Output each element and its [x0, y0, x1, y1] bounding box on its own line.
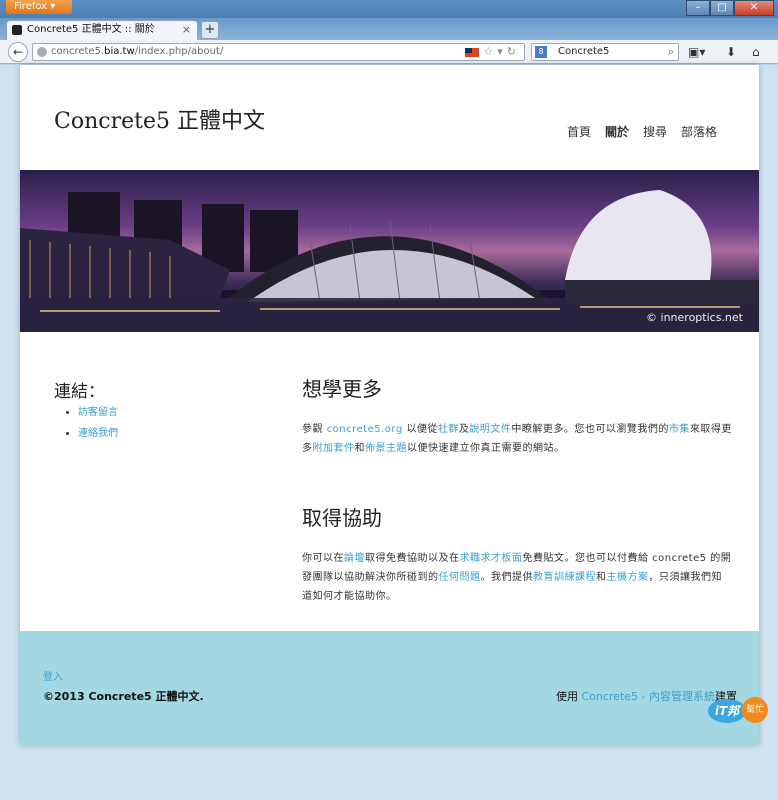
back-arrow-icon[interactable]: ←: [8, 42, 28, 62]
ithelp-badge: iT邦 幫忙: [708, 697, 770, 725]
nav-blog[interactable]: 部落格: [681, 123, 717, 140]
paragraph-text: 你可以在: [302, 553, 344, 564]
navigation-toolbar: ← concrete5.bia.tw/index.php/about/ ☆▾↻ …: [0, 40, 778, 64]
page-viewport: Concrete5 正體中文 首頁 關於 搜尋 部落格 © inneroptic…: [0, 65, 778, 800]
minimize-icon[interactable]: –: [686, 0, 710, 16]
url-host: bia.tw: [104, 46, 135, 57]
paragraph-text: 及: [458, 424, 470, 435]
download-icon[interactable]: ⬇: [726, 43, 736, 61]
inline-link[interactable]: concrete5.org: [327, 424, 403, 435]
tab-title: Concrete5 正體中文 :: 關於: [27, 24, 155, 35]
get-help-paragraph: 你可以在論壇取得免費協助以及在求職求才板面免費貼文。您也可以付費給 concre…: [302, 549, 732, 606]
url-bar[interactable]: concrete5.bia.tw/index.php/about/ ☆▾↻: [32, 43, 525, 61]
search-value: Concrete5: [558, 46, 610, 57]
paragraph-text: 參觀: [302, 424, 327, 435]
bookmarks-icon[interactable]: ▣▾: [688, 43, 705, 61]
contact-link[interactable]: 連絡我們: [78, 428, 118, 439]
tab-close-icon[interactable]: ×: [182, 21, 191, 39]
inline-link[interactable]: 論壇: [344, 553, 365, 564]
globe-icon: [37, 47, 47, 57]
nav-about[interactable]: 關於: [605, 123, 629, 140]
maximize-icon[interactable]: □: [710, 0, 734, 16]
hero-image: © inneroptics.net: [20, 170, 759, 332]
flag-icon: [465, 47, 480, 57]
main-content: 想學更多 參觀 concrete5.org 以便從社群及說明文件中瞭解更多。您也…: [302, 373, 732, 650]
nav-home[interactable]: 首頁: [567, 123, 591, 140]
reload-icon[interactable]: ↻: [507, 45, 520, 58]
paragraph-text: 和: [596, 572, 607, 583]
inline-link[interactable]: 附加套件: [313, 443, 355, 454]
star-icon[interactable]: ☆: [483, 45, 497, 58]
hero-credit: © inneroptics.net: [646, 311, 743, 324]
powered-link[interactable]: Concrete5 - 內容管理系統: [581, 690, 715, 703]
section-title-get-help: 取得協助: [302, 506, 382, 530]
paragraph-text: 和: [354, 443, 365, 454]
badge-it-icon: iT邦: [708, 699, 746, 723]
tab-strip: Concrete5 正體中文 :: 關於 × +: [0, 18, 778, 40]
inline-link[interactable]: 主機方案: [607, 572, 649, 583]
hero-skyline: [20, 190, 759, 332]
sidebar-title: 連結：: [54, 382, 105, 402]
page-footer: 登入 ©2013 Concrete5 正體中文. 使用 Concrete5 - …: [20, 631, 759, 745]
new-tab-button[interactable]: +: [201, 21, 219, 39]
dropdown-icon[interactable]: ▾: [497, 45, 507, 58]
paragraph-text: 取得免費協助以及在: [365, 553, 460, 564]
section-title-learn-more: 想學更多: [302, 377, 382, 401]
sidebar-links: 訪客留言 連絡我們: [68, 403, 118, 445]
nav-search[interactable]: 搜尋: [643, 123, 667, 140]
login-link[interactable]: 登入: [43, 668, 63, 683]
url-bar-icons: ☆▾↻: [465, 44, 520, 60]
tab-about[interactable]: Concrete5 正體中文 :: 關於 ×: [6, 20, 198, 40]
search-engine-icon[interactable]: 8: [535, 46, 547, 58]
badge-help-icon: 幫忙: [742, 697, 768, 723]
sidebar-item: 連絡我們: [78, 424, 118, 439]
inline-link[interactable]: 任何問題: [439, 572, 481, 583]
web-page: Concrete5 正體中文 首頁 關於 搜尋 部落格 © inneroptic…: [20, 65, 759, 745]
window-controls: – □ ✕: [686, 0, 774, 16]
inline-link[interactable]: 市集: [669, 424, 690, 435]
inline-link[interactable]: 佈景主題: [365, 443, 407, 454]
search-icon[interactable]: ⌕: [668, 44, 674, 60]
paragraph-text: 以便快速建立你真正需要的網站。: [407, 443, 565, 454]
site-title[interactable]: Concrete5 正體中文: [54, 103, 265, 135]
inline-link[interactable]: 社群: [438, 424, 459, 435]
firefox-menu-button[interactable]: Firefox ▾: [6, 0, 72, 14]
paragraph-text: 以便從: [402, 424, 438, 435]
sidebar-item: 訪客留言: [78, 403, 118, 418]
window-titlebar: Firefox ▾ – □ ✕: [0, 0, 778, 18]
home-icon[interactable]: ⌂: [752, 43, 760, 61]
favicon-icon: [12, 25, 22, 35]
search-input[interactable]: 8 Concrete5 ⌕: [531, 43, 679, 61]
powered-prefix: 使用: [555, 690, 582, 703]
main-nav: 首頁 關於 搜尋 部落格: [567, 123, 717, 140]
inline-link[interactable]: 教育訓練課程: [533, 572, 596, 583]
paragraph-text: 中瞭解更多。您也可以瀏覽我們的: [511, 424, 669, 435]
inline-link[interactable]: 求職求才板面: [460, 553, 523, 564]
url-host-prefix: concrete5.: [51, 46, 105, 57]
paragraph-text: 。我們提供: [480, 572, 533, 583]
close-window-icon[interactable]: ✕: [734, 0, 774, 16]
inline-link[interactable]: 說明文件: [469, 424, 511, 435]
url-path: /index.php/about/: [134, 46, 224, 57]
copyright-text: ©2013 Concrete5 正體中文.: [43, 690, 204, 703]
learn-more-paragraph: 參觀 concrete5.org 以便從社群及說明文件中瞭解更多。您也可以瀏覽我…: [302, 420, 732, 458]
guestbook-link[interactable]: 訪客留言: [78, 407, 118, 418]
